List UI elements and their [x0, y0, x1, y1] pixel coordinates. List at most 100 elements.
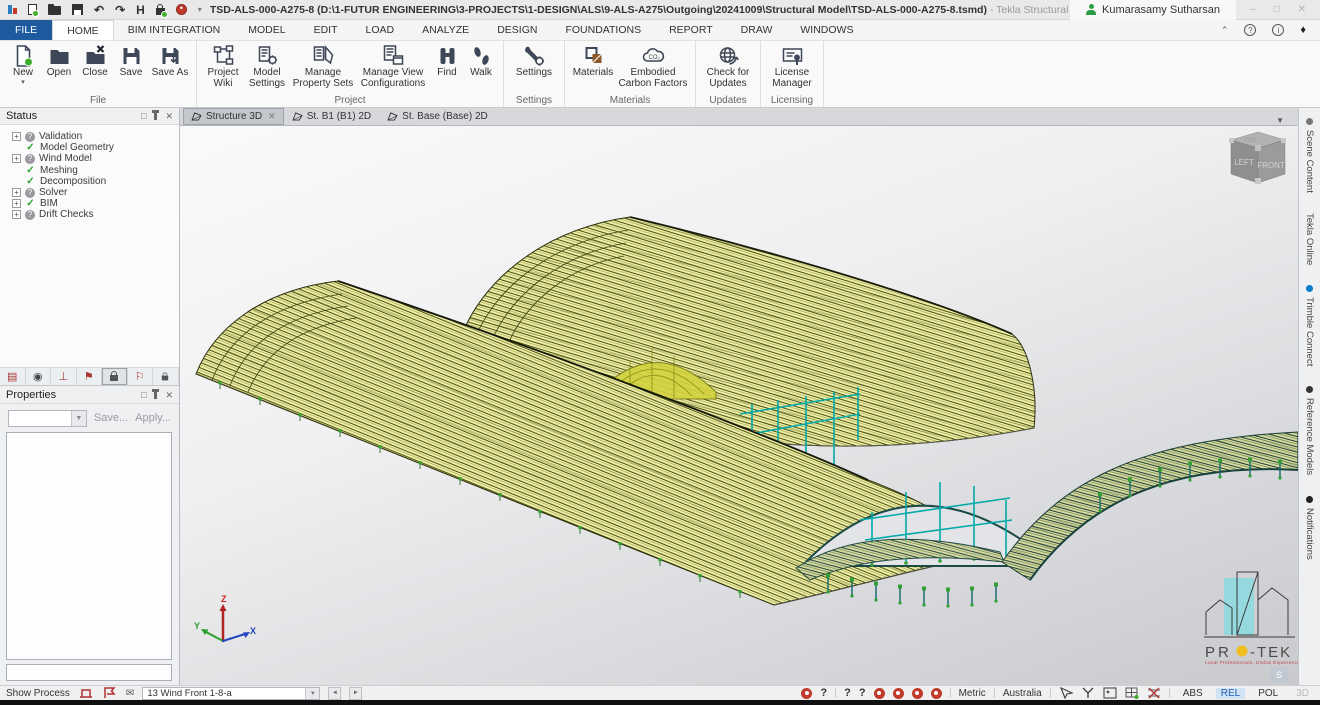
open-icon[interactable] — [48, 6, 61, 15]
tab-file[interactable]: FILE — [0, 20, 52, 40]
loading-status-icon[interactable] — [78, 687, 94, 699]
find-button[interactable]: Find — [430, 43, 464, 80]
expand-icon[interactable]: + — [12, 132, 21, 141]
license-manager-button[interactable]: License Manager — [766, 43, 818, 90]
sidebar-tab-reference-models[interactable]: Reference Models — [1304, 386, 1315, 475]
tab-foundations[interactable]: FOUNDATIONS — [551, 20, 655, 40]
expand-icon[interactable]: + — [12, 199, 21, 208]
info-icon[interactable]: i — [1272, 24, 1284, 36]
units-label[interactable]: Metric — [959, 688, 986, 699]
tree-item-model-geometry[interactable]: ✓Model Geometry — [12, 142, 179, 153]
model-settings-button[interactable]: Model Settings — [244, 43, 290, 90]
previous-loadcase-button[interactable]: ◄ — [328, 687, 341, 700]
tab-load[interactable]: LOAD — [352, 20, 409, 40]
maximize-button[interactable]: □ — [1274, 4, 1280, 15]
load-case-icon[interactable] — [102, 687, 118, 699]
tree-item-wind-model[interactable]: +?Wind Model — [12, 153, 179, 164]
sidebar-tab-trimble-connect[interactable]: Trimble Connect — [1304, 285, 1315, 366]
mode-abs[interactable]: ABS — [1178, 688, 1208, 699]
country-label[interactable]: Australia — [1003, 688, 1042, 699]
collapse-chevron-icon[interactable]: ▼ — [1276, 116, 1284, 125]
properties-combo[interactable]: ▼ — [8, 410, 87, 427]
status-error-icon[interactable] — [912, 688, 923, 699]
section-icon[interactable] — [1147, 687, 1161, 699]
settings-button[interactable]: Settings — [509, 43, 559, 80]
tab-design[interactable]: DESIGN — [483, 20, 551, 40]
next-loadcase-button[interactable]: ► — [349, 687, 362, 700]
tree-item-drift-checks[interactable]: +?Drift Checks — [12, 209, 179, 220]
help-icon[interactable]: ? — [1244, 24, 1256, 36]
close-panel-icon[interactable]: ✕ — [165, 390, 173, 401]
check-for-updates-button[interactable]: Check for Updates — [701, 43, 755, 90]
status-error-icon[interactable] — [931, 688, 942, 699]
tree-item-decomposition[interactable]: ✓Decomposition — [12, 176, 179, 187]
find-icon[interactable]: H — [136, 4, 145, 16]
sidebar-tab-scene-content[interactable]: Scene Content — [1304, 118, 1315, 193]
doc-tab-st-base[interactable]: St. Base (Base) 2D — [379, 108, 496, 125]
model-viewport[interactable]: TOP LEFT FRONT Z Y X PR -TEK Local Profe… — [180, 126, 1298, 685]
tab-edit[interactable]: EDIT — [300, 20, 352, 40]
walk-button[interactable]: Walk — [464, 43, 498, 80]
tab-draw[interactable]: DRAW — [727, 20, 787, 40]
node-icon[interactable] — [1081, 687, 1095, 699]
vault-right[interactable] — [1002, 432, 1298, 580]
sidebar-tab-tekla-online[interactable]: Tekla Online — [1304, 213, 1315, 265]
embodied-carbon-factors-button[interactable]: CO₂ Embodied Carbon Factors — [616, 43, 690, 90]
save-as-button[interactable]: Save As — [149, 43, 191, 80]
chevron-down-icon[interactable]: ▼ — [305, 688, 319, 699]
undo-icon[interactable]: ↶ — [94, 4, 104, 16]
tree-item-validation[interactable]: +?Validation — [12, 131, 179, 142]
grid-icon[interactable] — [1125, 687, 1139, 699]
close-button[interactable]: Close — [77, 43, 113, 80]
tab-home[interactable]: HOME — [52, 20, 114, 40]
wind-icon[interactable]: ◉ — [26, 368, 52, 385]
close-panel-icon[interactable]: ✕ — [165, 111, 173, 122]
manage-property-sets-button[interactable]: Manage Property Sets — [290, 43, 356, 90]
user-account[interactable]: Kumarasamy Sutharsan — [1070, 0, 1236, 20]
save-properties-button[interactable]: Save... — [94, 412, 128, 424]
status-error-icon[interactable] — [801, 688, 812, 699]
float-panel-icon[interactable]: □ — [141, 111, 146, 121]
select-arrow-icon[interactable] — [1059, 687, 1073, 699]
doc-tab-structure-3d[interactable]: Structure 3D✕ — [183, 108, 284, 125]
notifications-icon[interactable]: ♦ — [1300, 24, 1306, 36]
more-icon[interactable]: ▾ — [198, 5, 202, 14]
expand-icon[interactable]: + — [12, 188, 21, 197]
tab-model[interactable]: MODEL — [234, 20, 299, 40]
doc-tab-st-b1[interactable]: St. B1 (B1) 2D — [284, 108, 379, 125]
chevron-down-icon[interactable]: ▼ — [71, 411, 86, 426]
expand-icon[interactable]: + — [12, 210, 21, 219]
float-panel-icon[interactable]: □ — [141, 390, 146, 400]
load-combination-icon[interactable]: ⚑ — [77, 368, 103, 385]
materials-button[interactable]: Materials — [570, 43, 616, 80]
loadcase-combo[interactable]: 13 Wind Front 1-8-a▼ — [142, 687, 320, 700]
apply-properties-button[interactable]: Apply... — [135, 412, 171, 424]
workspace-icon[interactable]: ▤ — [0, 368, 26, 385]
tree-item-solver[interactable]: +?Solver — [12, 187, 179, 198]
mode-pol[interactable]: POL — [1253, 688, 1283, 699]
lock-small-icon[interactable] — [153, 368, 179, 385]
envelope-icon[interactable]: ✉ — [126, 688, 134, 699]
tree-item-bim[interactable]: +✓BIM — [12, 198, 179, 209]
save-button[interactable]: Save — [113, 43, 149, 80]
loading-icon[interactable]: ⊥ — [51, 368, 77, 385]
tab-windows[interactable]: WINDOWS — [786, 20, 867, 40]
pin-icon[interactable] — [154, 392, 157, 399]
minimize-button[interactable]: – — [1250, 4, 1256, 15]
mode-rel[interactable]: REL — [1216, 688, 1245, 699]
status-error-icon[interactable] — [874, 688, 885, 699]
redo-icon[interactable]: ↷ — [115, 4, 125, 16]
record-icon[interactable] — [176, 4, 187, 15]
new-button[interactable]: New▾ — [5, 43, 41, 87]
image-icon[interactable] — [1103, 687, 1117, 699]
status-question-icon[interactable]: ? — [859, 687, 866, 699]
tab-bim-integration[interactable]: BIM INTEGRATION — [114, 20, 235, 40]
status-question-icon[interactable]: ? — [844, 687, 851, 699]
validate-icon[interactable] — [156, 8, 165, 15]
project-wiki-button[interactable]: Project Wiki — [202, 43, 244, 90]
tab-analyze[interactable]: ANALYZE — [408, 20, 483, 40]
status-question-icon[interactable]: ? — [820, 687, 827, 699]
close-button[interactable]: ✕ — [1298, 4, 1306, 15]
lock-icon[interactable] — [102, 368, 128, 385]
close-tab-icon[interactable]: ✕ — [268, 111, 276, 122]
